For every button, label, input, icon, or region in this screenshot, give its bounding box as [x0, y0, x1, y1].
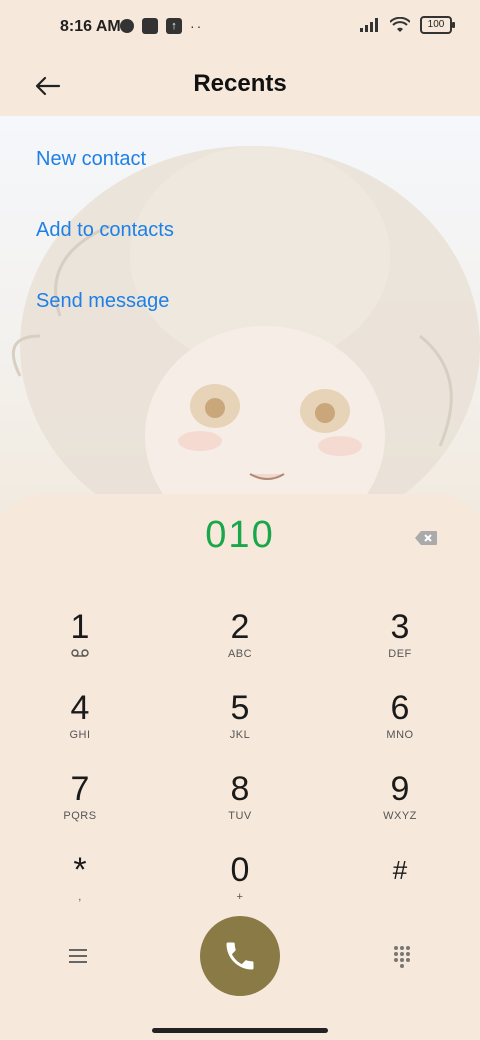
key-3[interactable]: 3 DEF: [340, 608, 460, 662]
key-letters: TUV: [228, 810, 252, 822]
key-letters: PQRS: [63, 810, 97, 822]
key-digit: 5: [230, 689, 250, 727]
key-letters: DEF: [388, 648, 412, 660]
key-digit: 6: [390, 689, 410, 727]
new-contact-link[interactable]: New contact: [36, 148, 146, 171]
key-letters: +: [236, 891, 244, 903]
app-header: Recents: [0, 56, 480, 116]
battery-icon: 100: [420, 16, 455, 34]
key-letters: MNO: [386, 729, 414, 741]
more-notifications-icon: ··: [190, 18, 204, 34]
key-letters: JKL: [229, 729, 251, 741]
status-time: 8:16 AM: [60, 18, 121, 35]
key-digit: 0: [230, 851, 250, 889]
key-digit: 7: [70, 770, 90, 808]
phone-icon: [226, 942, 254, 970]
anime-girl-illustration: [11, 146, 480, 516]
square-notification-icon: [142, 18, 158, 34]
key-digit: 1: [70, 608, 90, 646]
page-title: Recents: [193, 70, 287, 97]
key-digit: 8: [230, 770, 250, 808]
dialpad-grid-icon[interactable]: [390, 944, 414, 968]
voicemail-icon: [20, 648, 140, 662]
key-star[interactable]: * ,: [20, 851, 140, 905]
key-5[interactable]: 5 JKL: [180, 689, 300, 743]
backspace-icon[interactable]: [414, 530, 438, 546]
wallpaper-image: New contact Add to contacts Send message: [0, 116, 480, 516]
key-digit: 4: [70, 689, 90, 727]
key-1[interactable]: 1: [20, 608, 140, 662]
key-digit: 9: [390, 770, 410, 808]
key-4[interactable]: 4 GHI: [20, 689, 140, 743]
send-message-link[interactable]: Send message: [36, 290, 169, 313]
dialpad-panel: 010 1 2 ABC 3 DEF 4 GHI 5 JKL 6 MNO 7 PQ…: [0, 494, 480, 1040]
key-digit: 3: [390, 608, 410, 646]
key-letters: [340, 891, 460, 905]
hamburger-menu-icon: [69, 949, 87, 963]
key-6[interactable]: 6 MNO: [340, 689, 460, 743]
key-0[interactable]: 0 +: [180, 851, 300, 905]
status-notification-icons: ↑ ··: [120, 18, 203, 34]
dialed-number: 010: [205, 514, 275, 556]
menu-button[interactable]: [66, 944, 90, 968]
upload-notification-icon: ↑: [166, 18, 182, 34]
key-digit: 2: [230, 608, 250, 646]
key-9[interactable]: 9 WXYZ: [340, 770, 460, 824]
key-hash[interactable]: #: [340, 851, 460, 905]
add-to-contacts-link[interactable]: Add to contacts: [36, 219, 174, 242]
status-system-icons: 100: [360, 16, 455, 34]
wifi-icon: [390, 17, 410, 32]
key-letters: WXYZ: [383, 810, 417, 822]
key-8[interactable]: 8 TUV: [180, 770, 300, 824]
key-digit: *: [73, 851, 87, 889]
key-7[interactable]: 7 PQRS: [20, 770, 140, 824]
key-2[interactable]: 2 ABC: [180, 608, 300, 662]
app-notification-icon: [120, 19, 134, 33]
key-letters: GHI: [69, 729, 91, 741]
key-letters: ,: [78, 891, 82, 903]
call-button[interactable]: [200, 916, 280, 996]
key-digit: #: [392, 855, 408, 885]
home-indicator[interactable]: [152, 1028, 328, 1033]
key-letters: ABC: [227, 648, 253, 660]
status-bar: 8:16 AM ↑ ·· 100: [0, 0, 480, 56]
signal-icon: [360, 18, 378, 32]
